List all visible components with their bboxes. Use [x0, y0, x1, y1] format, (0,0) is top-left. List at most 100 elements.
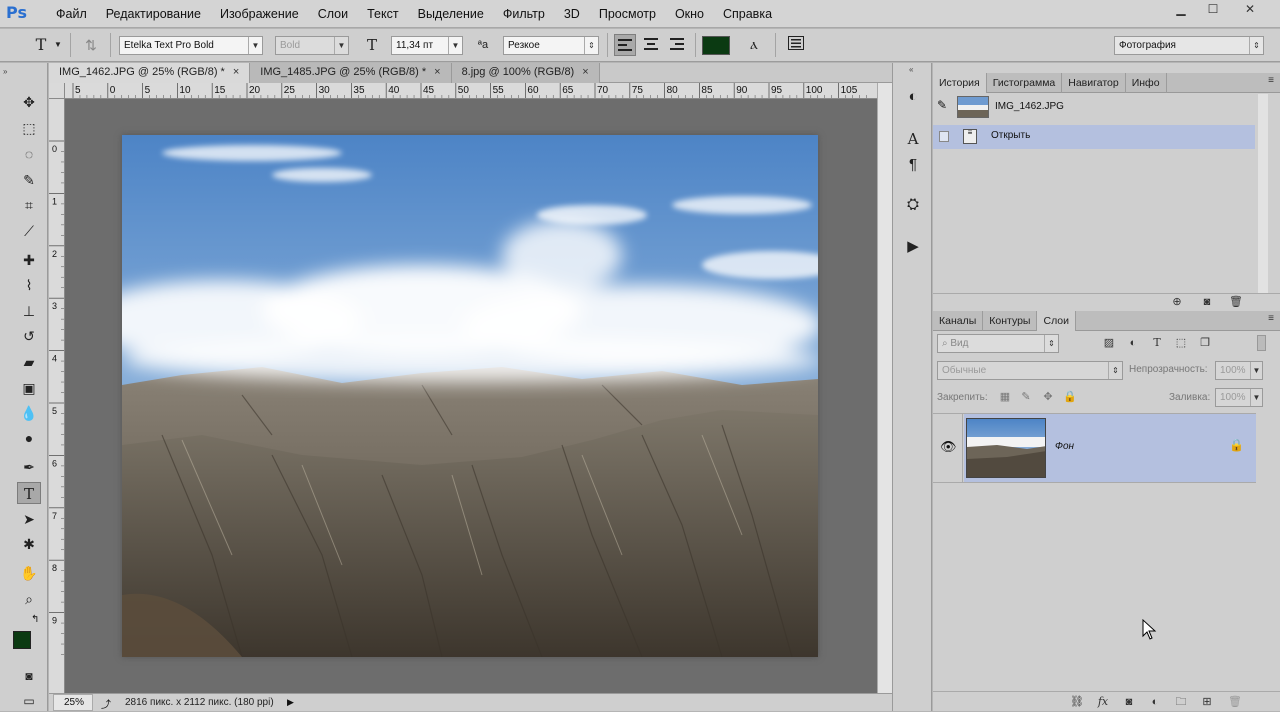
- layer-filter-select[interactable]: ⌕ Вид ⇕: [937, 334, 1059, 353]
- tab-close-icon[interactable]: ×: [233, 66, 239, 78]
- camera-icon[interactable]: ◙: [1199, 294, 1215, 310]
- foreground-color-swatch[interactable]: [13, 631, 31, 649]
- history-brush-tool-icon[interactable]: ↺: [17, 325, 41, 347]
- font-size-field[interactable]: 11,34 пт ▼: [391, 36, 463, 55]
- link-layers-icon[interactable]: ⛓: [1069, 694, 1085, 710]
- healing-brush-tool-icon[interactable]: ✚: [17, 249, 41, 271]
- opacity-field[interactable]: 100% ▼: [1215, 361, 1263, 380]
- crop-tool-icon[interactable]: ⌗: [17, 194, 41, 216]
- swap-colors-icon[interactable]: ↰: [31, 614, 39, 625]
- antialias-select[interactable]: Резкое ⇕: [503, 36, 599, 55]
- zoom-field[interactable]: 25%: [53, 694, 93, 711]
- layer-style-icon[interactable]: fx: [1095, 694, 1111, 710]
- zoom-tool-icon[interactable]: ⌕: [17, 588, 41, 610]
- pen-tool-icon[interactable]: ✒: [17, 456, 41, 478]
- move-tool-icon[interactable]: ✥: [17, 91, 41, 113]
- panel-menu-icon[interactable]: ≡: [1268, 313, 1274, 324]
- filter-toggle[interactable]: [1257, 335, 1266, 351]
- new-adjustment-layer-icon[interactable]: ◐: [1147, 694, 1163, 710]
- type-tool-icon[interactable]: T: [17, 482, 41, 504]
- new-group-icon[interactable]: 🗀: [1173, 694, 1189, 710]
- minimize-button[interactable]: ▁: [1166, 0, 1196, 18]
- font-style-select[interactable]: Bold ▼: [275, 36, 349, 55]
- history-scrollbar[interactable]: [1258, 94, 1268, 294]
- tab-history[interactable]: История: [933, 73, 987, 93]
- horizontal-ruler[interactable]: 5 0 5 10 15 20 25 30 35 40 45 50 55 60 65 70 75 80 85 90 95 1…: [65, 83, 877, 99]
- quick-mask-icon[interactable]: ◙: [17, 665, 41, 687]
- visibility-toggle[interactable]: 👁: [933, 414, 963, 482]
- filter-type-icon[interactable]: T: [1149, 335, 1165, 351]
- menu-3d[interactable]: 3D: [564, 7, 580, 21]
- lock-transparency-icon[interactable]: ▦: [997, 389, 1013, 405]
- close-button[interactable]: ✕: [1230, 0, 1270, 18]
- hand-tool-icon[interactable]: ✋: [17, 562, 41, 584]
- maximize-button[interactable]: ☐: [1198, 0, 1228, 18]
- workspace-select[interactable]: Фотография ⇕: [1114, 36, 1264, 55]
- tab-img-1462[interactable]: IMG_1462.JPG @ 25% (RGB/8) * ×: [49, 63, 251, 83]
- tab-8-jpg[interactable]: 8.jpg @ 100% (RGB/8) ×: [451, 63, 600, 83]
- expand-icon[interactable]: «: [909, 65, 913, 74]
- filter-shape-icon[interactable]: ⬚: [1173, 335, 1189, 351]
- export-icon[interactable]: ⤴: [101, 696, 111, 711]
- menu-file[interactable]: Файл: [56, 7, 87, 21]
- quick-select-tool-icon[interactable]: ✎: [17, 169, 41, 191]
- tab-img-1485[interactable]: IMG_1485.JPG @ 25% (RGB/8) * ×: [250, 63, 452, 83]
- vertical-ruler[interactable]: 0 1 2 3 4 5 6 7 8 9: [49, 99, 65, 693]
- collapse-icon[interactable]: »: [3, 67, 7, 76]
- tab-histogram[interactable]: Гистограмма: [987, 73, 1063, 93]
- panel-menu-icon[interactable]: ≡: [1268, 75, 1274, 86]
- add-mask-icon[interactable]: ◙: [1121, 694, 1137, 710]
- snapshot-thumbnail[interactable]: [957, 96, 989, 118]
- actions-panel-icon[interactable]: ▶: [901, 235, 925, 259]
- marquee-tool-icon[interactable]: ⬚: [17, 117, 41, 139]
- tab-layers[interactable]: Слои: [1037, 311, 1077, 331]
- menu-select[interactable]: Выделение: [418, 7, 484, 21]
- history-state-open[interactable]: ≡ Открыть: [933, 125, 1255, 149]
- tab-close-icon[interactable]: ×: [582, 66, 588, 78]
- align-center-button[interactable]: [640, 34, 662, 56]
- adjustments-icon[interactable]: ◐: [901, 85, 925, 109]
- menu-help[interactable]: Справка: [723, 7, 772, 21]
- fill-field[interactable]: 100% ▼: [1215, 388, 1263, 407]
- delete-layer-icon[interactable]: 🗑: [1227, 694, 1243, 710]
- tab-paths[interactable]: Контуры: [983, 311, 1038, 331]
- lasso-tool-icon[interactable]: ◌: [17, 143, 41, 165]
- trash-icon[interactable]: 🗑: [1228, 294, 1244, 310]
- eyedropper-tool-icon[interactable]: ⟋: [17, 220, 41, 242]
- vertical-scrollbar[interactable]: [877, 83, 892, 693]
- tab-close-icon[interactable]: ×: [434, 66, 440, 78]
- clone-stamp-tool-icon[interactable]: ⊥: [17, 300, 41, 322]
- text-color-swatch[interactable]: [702, 36, 730, 55]
- lock-position-icon[interactable]: ✥: [1040, 389, 1056, 405]
- menu-layers[interactable]: Слои: [318, 7, 348, 21]
- brush-tool-icon[interactable]: ⌇: [17, 274, 41, 296]
- new-layer-icon[interactable]: ⊞: [1199, 694, 1215, 710]
- menu-window[interactable]: Окно: [675, 7, 704, 21]
- dodge-tool-icon[interactable]: ●: [17, 427, 41, 449]
- character-panel-icon[interactable]: A: [901, 127, 925, 151]
- menu-image[interactable]: Изображение: [220, 7, 299, 21]
- canvas[interactable]: [65, 99, 877, 693]
- layer-selection[interactable]: Фон 🔒: [964, 414, 1256, 482]
- filter-pixel-icon[interactable]: ▨: [1101, 335, 1117, 351]
- menu-edit[interactable]: Редактирование: [106, 7, 201, 21]
- new-document-from-state-icon[interactable]: ⊕: [1169, 294, 1185, 310]
- ruler-origin[interactable]: [49, 83, 65, 99]
- document-image[interactable]: [122, 135, 818, 657]
- text-tool-preset-icon[interactable]: T: [30, 34, 52, 56]
- gradient-tool-icon[interactable]: ▣: [17, 377, 41, 399]
- text-orientation-icon[interactable]: ⇅: [80, 34, 102, 56]
- tool-presets-icon[interactable]: ⛭: [901, 193, 925, 217]
- chevron-down-icon[interactable]: ▼: [52, 34, 64, 56]
- layer-row[interactable]: 👁 Фон 🔒: [933, 413, 1256, 483]
- screen-mode-icon[interactable]: ▭: [17, 690, 41, 712]
- align-right-button[interactable]: [666, 34, 688, 56]
- history-checkbox[interactable]: [939, 131, 949, 142]
- filter-smart-object-icon[interactable]: ❐: [1197, 335, 1213, 351]
- tab-channels[interactable]: Каналы: [933, 311, 984, 331]
- menu-view[interactable]: Просмотр: [599, 7, 656, 21]
- character-panel-button[interactable]: [785, 34, 807, 56]
- tab-navigator[interactable]: Навигатор: [1062, 73, 1126, 93]
- menu-filter[interactable]: Фильтр: [503, 7, 545, 21]
- filter-adjustment-icon[interactable]: ◐: [1125, 335, 1141, 351]
